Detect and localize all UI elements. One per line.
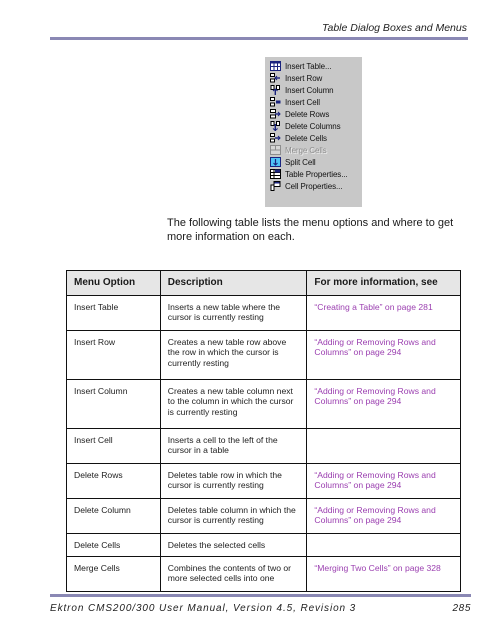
- insert-table-icon: [270, 61, 281, 71]
- table-row: Insert Table Inserts a new table where t…: [66, 294, 461, 331]
- option-cell: Insert Table: [66, 294, 161, 331]
- see-cell: “Adding or Removing Rows and Columns” on…: [306, 462, 461, 499]
- table-properties-icon: [270, 169, 281, 179]
- insert-cell-icon: [270, 97, 281, 107]
- cross-reference-link[interactable]: “Adding or Removing Rows and Columns” on…: [314, 337, 435, 358]
- description-cell: Inserts a new table where the cursor is …: [159, 294, 308, 331]
- footer-rule: [50, 594, 471, 597]
- option-cell: Insert Cell: [66, 427, 161, 464]
- menu-item-insert-column[interactable]: Insert Column: [265, 84, 362, 96]
- table-row: Insert Cell Inserts a cell to the left o…: [66, 427, 461, 464]
- option-cell: Insert Row: [66, 329, 161, 380]
- table-row: Insert Row Creates a new table row above…: [66, 329, 461, 380]
- menu-item-label: Insert Column: [285, 85, 334, 95]
- cross-reference-link[interactable]: “Adding or Removing Rows and Columns” on…: [314, 386, 435, 407]
- menu-item-label: Table Properties...: [285, 169, 348, 179]
- see-cell: “Adding or Removing Rows and Columns” on…: [306, 497, 461, 534]
- option-cell: Insert Column: [66, 378, 161, 429]
- column-header-menu-option: Menu Option: [66, 270, 161, 296]
- menu-item-label: Merge Cells: [285, 145, 327, 155]
- delete-columns-icon: [270, 121, 281, 131]
- see-cell: “Creating a Table” on page 281: [306, 294, 461, 331]
- menu-item-split-cell[interactable]: Split Cell: [265, 156, 362, 168]
- option-cell: Delete Cells: [66, 532, 161, 557]
- see-cell: “Adding or Removing Rows and Columns” on…: [306, 378, 461, 429]
- menu-item-label: Split Cell: [285, 157, 316, 167]
- cross-reference-link[interactable]: “Adding or Removing Rows and Columns” on…: [314, 505, 435, 526]
- insert-row-icon: [270, 73, 281, 83]
- table-row: Delete Cells Deletes the selected cells: [66, 532, 461, 557]
- menu-item-insert-table[interactable]: Insert Table...: [265, 60, 362, 72]
- table-row: Delete Rows Deletes table row in which t…: [66, 462, 461, 499]
- menu-options-table: Menu Option Description For more informa…: [66, 270, 461, 592]
- menu-item-delete-columns[interactable]: Delete Columns: [265, 120, 362, 132]
- description-cell: Deletes table row in which the cursor is…: [159, 462, 308, 499]
- menu-item-insert-cell[interactable]: Insert Cell: [265, 96, 362, 108]
- table-row: Insert Column Creates a new table column…: [66, 378, 461, 429]
- description-cell: Deletes table column in which the cursor…: [159, 497, 308, 534]
- see-cell: [306, 427, 461, 464]
- menu-item-insert-row[interactable]: Insert Row: [265, 72, 362, 84]
- see-cell: [306, 532, 461, 557]
- menu-item-cell-properties[interactable]: Cell Properties...: [265, 180, 362, 192]
- table-row: Merge Cells Combines the contents of two…: [66, 555, 461, 592]
- menu-item-label: Delete Rows: [285, 109, 330, 119]
- menu-item-delete-rows[interactable]: Delete Rows: [265, 108, 362, 120]
- header-rule: [50, 37, 468, 40]
- insert-column-icon: [270, 85, 281, 95]
- column-header-description: Description: [159, 270, 308, 296]
- menu-item-label: Insert Row: [285, 73, 323, 83]
- menu-item-label: Insert Table...: [285, 61, 332, 71]
- option-cell: Delete Rows: [66, 462, 161, 499]
- table-header-row: Menu Option Description For more informa…: [66, 270, 461, 296]
- intro-paragraph: The following table lists the menu optio…: [167, 217, 454, 243]
- description-cell: Deletes the selected cells: [159, 532, 308, 557]
- delete-rows-icon: [270, 109, 281, 119]
- option-cell: Delete Column: [66, 497, 161, 534]
- menu-item-merge-cells: Merge Cells: [265, 144, 362, 156]
- merge-cells-icon: [270, 145, 281, 155]
- menu-item-delete-cells[interactable]: Delete Cells: [265, 132, 362, 144]
- split-cell-icon: [270, 157, 281, 167]
- option-cell: Merge Cells: [66, 555, 161, 592]
- see-cell: “Adding or Removing Rows and Columns” on…: [306, 329, 461, 380]
- cross-reference-link[interactable]: “Adding or Removing Rows and Columns” on…: [314, 470, 435, 491]
- cell-properties-icon: [270, 181, 281, 191]
- running-head: Table Dialog Boxes and Menus: [322, 22, 467, 34]
- page-number: 285: [452, 603, 471, 614]
- table-context-menu: Insert Table... Insert Row Insert Column…: [265, 57, 362, 207]
- delete-cells-icon: [270, 133, 281, 143]
- table-row: Delete Column Deletes table column in wh…: [66, 497, 461, 534]
- menu-item-label: Insert Cell: [285, 97, 320, 107]
- description-cell: Inserts a cell to the left of the cursor…: [159, 427, 308, 464]
- footer-manual-title: Ektron CMS200/300 User Manual, Version 4…: [50, 603, 357, 614]
- description-cell: Creates a new table row above the row in…: [159, 329, 308, 380]
- cross-reference-link[interactable]: “Merging Two Cells” on page 328: [314, 563, 440, 573]
- menu-item-table-properties[interactable]: Table Properties...: [265, 168, 362, 180]
- see-cell: “Merging Two Cells” on page 328: [306, 555, 461, 592]
- description-cell: Combines the contents of two or more sel…: [159, 555, 308, 592]
- description-cell: Creates a new table column next to the c…: [159, 378, 308, 429]
- menu-item-label: Delete Cells: [285, 133, 327, 143]
- cross-reference-link[interactable]: “Creating a Table” on page 281: [314, 302, 432, 312]
- menu-item-label: Delete Columns: [285, 121, 341, 131]
- column-header-more-info: For more information, see: [306, 270, 461, 296]
- menu-item-label: Cell Properties...: [285, 181, 343, 191]
